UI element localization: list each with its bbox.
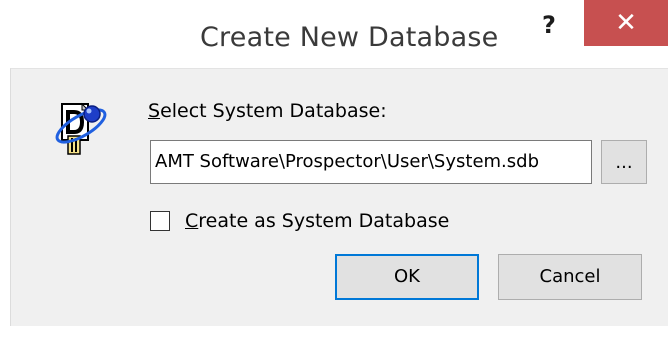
browse-button[interactable]: ... xyxy=(601,140,647,184)
ok-button[interactable]: OK xyxy=(335,254,479,300)
create-as-system-database-label: Create as System Database xyxy=(185,210,450,232)
help-icon: ? xyxy=(542,11,556,39)
system-database-path-input[interactable]: AMT Software\Prospector\User\System.sdb xyxy=(150,140,592,184)
create-as-system-database-checkbox[interactable] xyxy=(150,211,170,231)
window-title: Create New Database xyxy=(200,22,499,53)
create-new-database-dialog: Create New Database ? ✕ Select System Da… xyxy=(0,0,668,337)
help-button[interactable]: ? xyxy=(531,8,567,48)
database-app-icon xyxy=(55,102,107,155)
cancel-button[interactable]: Cancel xyxy=(498,254,642,300)
select-system-database-label: Select System Database: xyxy=(148,100,387,122)
close-button[interactable]: ✕ xyxy=(584,0,668,46)
close-icon: ✕ xyxy=(615,8,637,38)
create-as-system-database-checkbox-row[interactable]: Create as System Database xyxy=(150,208,449,234)
window-bottom-border xyxy=(0,326,668,337)
